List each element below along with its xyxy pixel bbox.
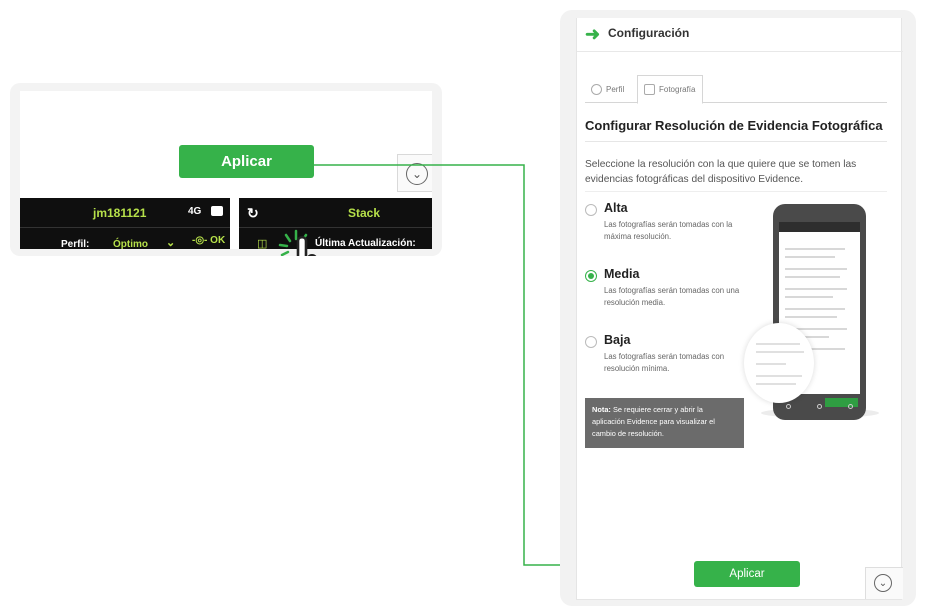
note-text: Se requiere cerrar y abrir la aplicación… <box>592 405 715 438</box>
bubble-text-line <box>756 343 800 345</box>
tab-fotografia[interactable]: Fotografía <box>637 75 703 104</box>
device-row: jm181121 4G <box>20 198 230 228</box>
gear-icon <box>591 83 602 95</box>
note-box: Nota: Se requiere cerrar y abrir la apli… <box>585 398 744 448</box>
home-icon <box>817 404 822 409</box>
bubble-text-line <box>756 375 802 377</box>
perfil-label: Perfil: <box>61 239 90 249</box>
note-bold: Nota: <box>592 405 611 414</box>
zoom-apply-button[interactable]: Aplicar <box>179 145 314 178</box>
phone-text-line <box>785 288 847 290</box>
apply-button[interactable]: Aplicar <box>694 561 800 587</box>
hand-pointer-icon <box>296 235 317 256</box>
option-media-description: Las fotografías serán tomadas con una re… <box>604 286 740 307</box>
status-text: OK <box>210 235 226 246</box>
tab-fotografia-label: Fotografía <box>659 85 696 94</box>
sync-icon: ↻ <box>247 205 259 221</box>
tab-bar: Perfil Fotografía <box>585 75 887 104</box>
section-description: Seleccione la resolución con la que quie… <box>585 157 887 192</box>
bubble-text-line <box>756 351 804 353</box>
option-baja-description: Las fotografías serán tomadas con resolu… <box>604 352 725 373</box>
phone-status-bar <box>779 222 860 232</box>
signal-icon: -◎- <box>192 235 208 246</box>
phone-text-line <box>785 268 847 270</box>
option-alta-description: Las fotografías serán tomadas con la máx… <box>604 220 733 241</box>
radio-media[interactable] <box>585 270 597 282</box>
bubble-text-line <box>756 383 796 385</box>
network-type: 4G <box>188 206 202 217</box>
radio-alta[interactable] <box>585 204 597 216</box>
phone-text-line <box>785 308 845 310</box>
panel-title: Configuración <box>608 26 690 40</box>
scroll-down-button[interactable]: ⌄ <box>865 567 903 599</box>
bubble-text-line <box>756 363 786 365</box>
stack-label: Stack <box>348 206 381 220</box>
tab-perfil[interactable]: Perfil <box>585 75 635 103</box>
chevron-down-icon: ⌄ <box>874 574 892 592</box>
phone-zoom-bubble <box>744 323 814 403</box>
phone-text-line <box>785 316 837 318</box>
option-baja-label: Baja <box>604 333 631 347</box>
settings-panel: ➜ Configuración Perfil Fotografía Config… <box>560 10 916 606</box>
tab-perfil-label: Perfil <box>606 84 625 94</box>
perfil-value: Óptimo <box>113 239 148 249</box>
stack-row: ↻ Stack <box>239 198 432 228</box>
zoom-scroll-down-button[interactable]: ⌄ <box>397 154 432 192</box>
phone-text-line <box>785 296 833 298</box>
zoom-callout-view: Aplicar ⌄ jm181121 4G Perfil: Óptimo ⌄ -… <box>20 91 432 249</box>
option-media-label: Media <box>604 267 640 281</box>
device-status-bar: jm181121 4G Perfil: Óptimo ⌄ -◎- OK <box>20 198 230 249</box>
device-name: jm181121 <box>93 206 147 220</box>
phone-nav-bar <box>773 404 866 414</box>
settings-panel-body: ➜ Configuración Perfil Fotografía Config… <box>576 18 903 600</box>
status-ok-badge: -◎- OK <box>192 235 225 246</box>
phone-text-line <box>785 256 835 258</box>
zoom-callout-card: Aplicar ⌄ jm181121 4G Perfil: Óptimo ⌄ -… <box>10 83 442 256</box>
radio-baja[interactable] <box>585 336 597 348</box>
arrow-right-icon[interactable]: ➜ <box>585 24 600 45</box>
phone-text-line <box>785 276 840 278</box>
panel-header: ➜ Configuración <box>577 18 903 52</box>
message-icon <box>211 206 223 216</box>
camera-icon <box>644 84 655 95</box>
phone-text-line <box>785 248 845 250</box>
back-icon <box>786 404 791 409</box>
device-icon: ◫ <box>257 238 268 249</box>
chevron-down-icon: ⌄ <box>406 163 428 185</box>
chevron-down-icon[interactable]: ⌄ <box>166 236 175 249</box>
recent-icon <box>848 404 853 409</box>
section-title: Configurar Resolución de Evidencia Fotog… <box>585 118 887 142</box>
option-alta-label: Alta <box>604 201 628 215</box>
